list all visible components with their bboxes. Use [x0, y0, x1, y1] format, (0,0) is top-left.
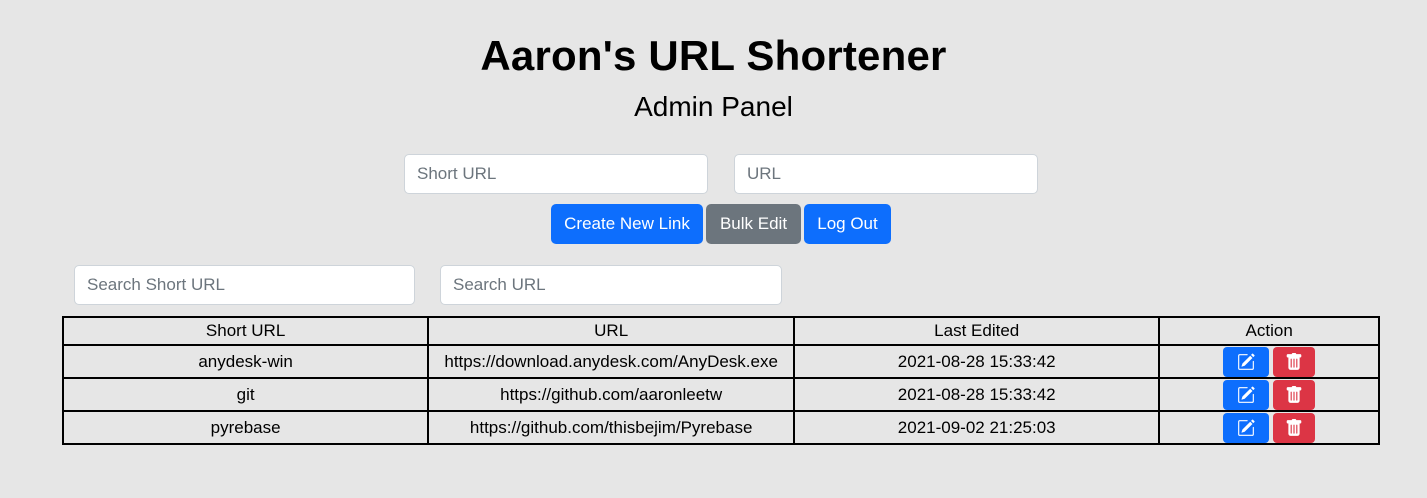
trash-icon	[1286, 352, 1302, 370]
page-subtitle: Admin Panel	[634, 91, 793, 122]
short-url-cell: git	[61, 377, 430, 412]
pencil-square-icon	[1238, 386, 1255, 403]
short-url-input[interactable]	[404, 154, 708, 194]
column-header-short-url: Short URL	[61, 316, 430, 346]
table-row: pyrebase https://github.com/thisbejim/Py…	[61, 410, 1380, 445]
edit-button[interactable]	[1223, 346, 1270, 377]
url-input[interactable]	[734, 154, 1038, 194]
last-edited-cell: 2021-09-02 21:25:03	[793, 410, 1161, 445]
pencil-square-icon	[1238, 353, 1255, 370]
delete-button[interactable]	[1273, 379, 1316, 410]
table-row: git https://github.com/aaronleetw 2021-0…	[61, 377, 1380, 412]
trash-icon	[1286, 385, 1302, 403]
pencil-square-icon	[1238, 419, 1255, 436]
search-url-input[interactable]	[440, 265, 782, 305]
trash-icon	[1286, 418, 1302, 436]
search-short-url-input[interactable]	[74, 265, 415, 305]
last-edited-cell: 2021-08-28 15:33:42	[793, 377, 1161, 412]
page-title: Aaron's URL Shortener	[480, 32, 947, 79]
url-cell: https://github.com/aaronleetw	[427, 377, 796, 412]
column-header-url: URL	[427, 316, 796, 346]
last-edited-cell: 2021-08-28 15:33:42	[793, 344, 1161, 379]
short-url-cell: anydesk-win	[61, 344, 430, 379]
url-cell: https://github.com/thisbejim/Pyrebase	[427, 410, 796, 445]
edit-button[interactable]	[1223, 412, 1270, 443]
action-cell	[1158, 377, 1380, 412]
short-url-cell: pyrebase	[61, 410, 430, 445]
action-cell	[1158, 344, 1380, 379]
edit-button[interactable]	[1223, 379, 1270, 410]
create-new-link-button[interactable]: Create New Link	[551, 204, 703, 244]
log-out-button[interactable]: Log Out	[804, 204, 891, 244]
delete-button[interactable]	[1273, 346, 1316, 377]
column-header-action: Action	[1158, 316, 1380, 346]
table-header-row: Short URL URL Last Edited Action	[61, 316, 1380, 346]
table-row: anydesk-win https://download.anydesk.com…	[61, 344, 1380, 379]
links-table: Short URL URL Last Edited Action anydesk…	[61, 316, 1380, 445]
bulk-edit-button[interactable]: Bulk Edit	[706, 204, 801, 244]
url-cell: https://download.anydesk.com/AnyDesk.exe	[427, 344, 796, 379]
delete-button[interactable]	[1273, 412, 1316, 443]
column-header-last-edited: Last Edited	[793, 316, 1161, 346]
action-cell	[1158, 410, 1380, 445]
